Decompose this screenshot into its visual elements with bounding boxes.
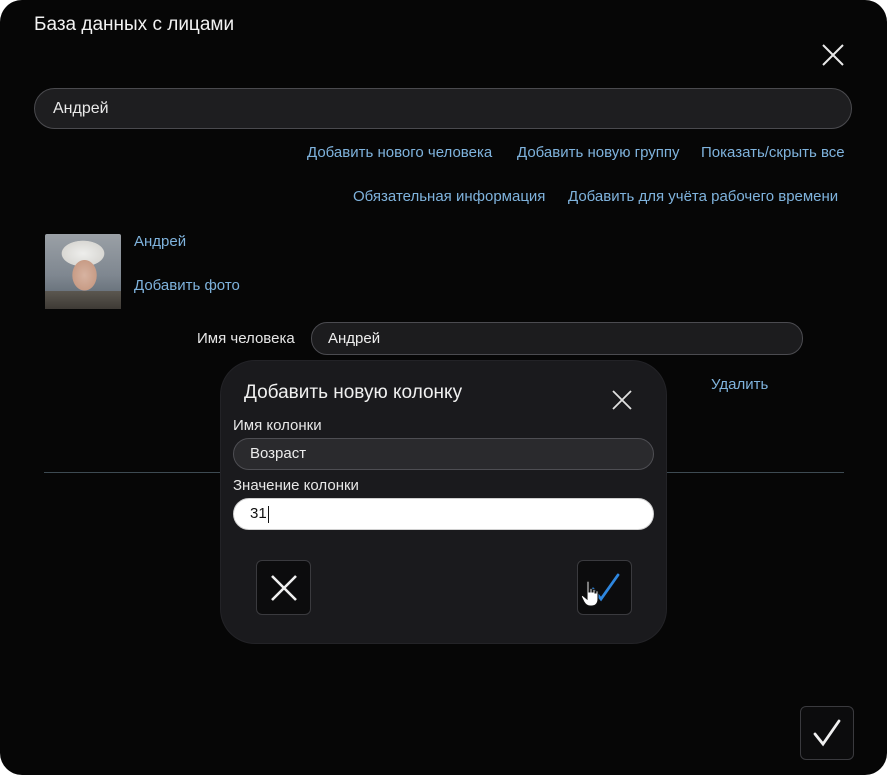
add-person-link[interactable]: Добавить нового человека (307, 144, 492, 161)
column-value-label: Значение колонки (233, 477, 359, 494)
column-name-field[interactable]: Возраст (233, 438, 654, 470)
avatar-shoulders (45, 291, 121, 309)
column-name-label: Имя колонки (233, 417, 322, 434)
checkmark-icon (813, 719, 841, 747)
avatar[interactable] (45, 234, 121, 309)
toggle-all-link[interactable]: Показать/скрыть все (701, 144, 845, 161)
person-name-link[interactable]: Андрей (134, 233, 186, 250)
face-database-window: База данных с лицами Андрей Добавить нов… (0, 0, 887, 775)
close-icon[interactable] (820, 42, 846, 68)
required-info-link[interactable]: Обязательная информация (353, 188, 545, 205)
dialog-title: Добавить новую колонку (244, 382, 463, 403)
delete-link[interactable]: Удалить (711, 376, 768, 393)
window-title: База данных с лицами (34, 14, 235, 35)
column-value-text: 31 (250, 505, 267, 522)
cancel-x-icon (270, 574, 297, 601)
close-icon[interactable] (611, 389, 633, 411)
person-name-field[interactable]: Андрей (311, 322, 803, 355)
text-caret (267, 505, 269, 523)
column-value-field[interactable]: 31 (233, 498, 654, 530)
add-column-dialog: Добавить новую колонку Имя колонки Возра… (221, 361, 666, 643)
add-group-link[interactable]: Добавить новую группу (517, 144, 680, 161)
person-name-label: Имя человека (197, 330, 295, 347)
search-input[interactable]: Андрей (34, 88, 852, 129)
save-button[interactable] (800, 706, 854, 760)
add-work-time-link[interactable]: Добавить для учёта рабочего времени (568, 188, 838, 205)
add-photo-link[interactable]: Добавить фото (134, 277, 240, 294)
hand-cursor-icon (580, 580, 599, 607)
cancel-button[interactable] (256, 560, 311, 615)
